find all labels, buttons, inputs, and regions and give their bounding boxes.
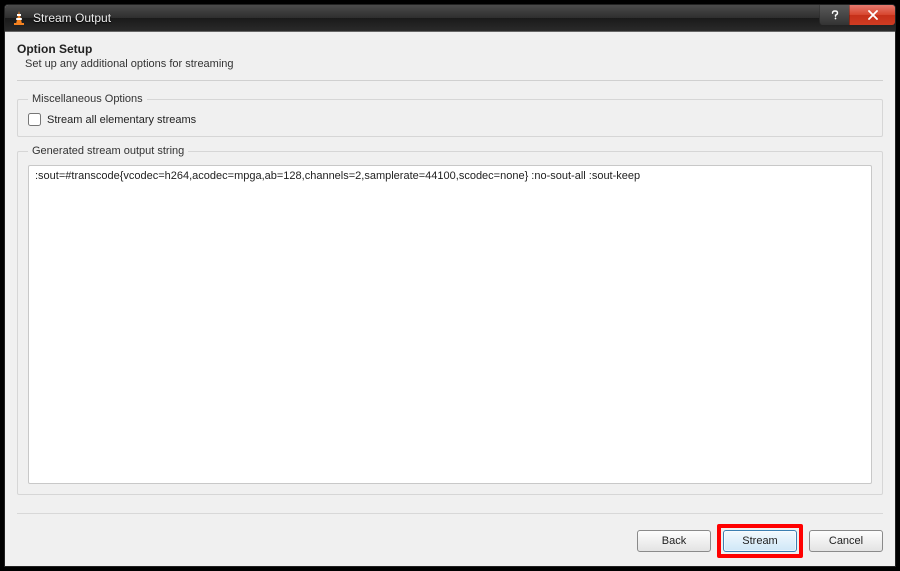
cancel-button[interactable]: Cancel (809, 530, 883, 552)
window-title: Stream Output (33, 11, 111, 25)
misc-options-group: Miscellaneous Options Stream all element… (17, 93, 883, 137)
back-button[interactable]: Back (637, 530, 711, 552)
dialog-window: Stream Output Option Setup Set up (4, 4, 896, 567)
titlebar[interactable]: Stream Output (5, 5, 895, 31)
misc-options-legend: Miscellaneous Options (28, 93, 147, 105)
stream-all-checkbox[interactable] (28, 113, 41, 126)
annotation-highlight: Stream (717, 524, 803, 558)
output-string-group: Generated stream output string (17, 145, 883, 495)
output-string-legend: Generated stream output string (28, 145, 188, 157)
page-subtitle: Set up any additional options for stream… (17, 58, 883, 70)
dialog-footer: Back Stream Cancel (17, 513, 883, 558)
output-string-textarea[interactable] (28, 165, 872, 484)
page-title: Option Setup (17, 42, 883, 56)
vlc-cone-icon (11, 10, 27, 26)
stream-button[interactable]: Stream (723, 530, 797, 552)
stream-all-label[interactable]: Stream all elementary streams (47, 114, 196, 126)
close-button[interactable] (849, 5, 895, 25)
page-header: Option Setup Set up any additional optio… (17, 42, 883, 81)
help-button[interactable] (819, 5, 849, 25)
